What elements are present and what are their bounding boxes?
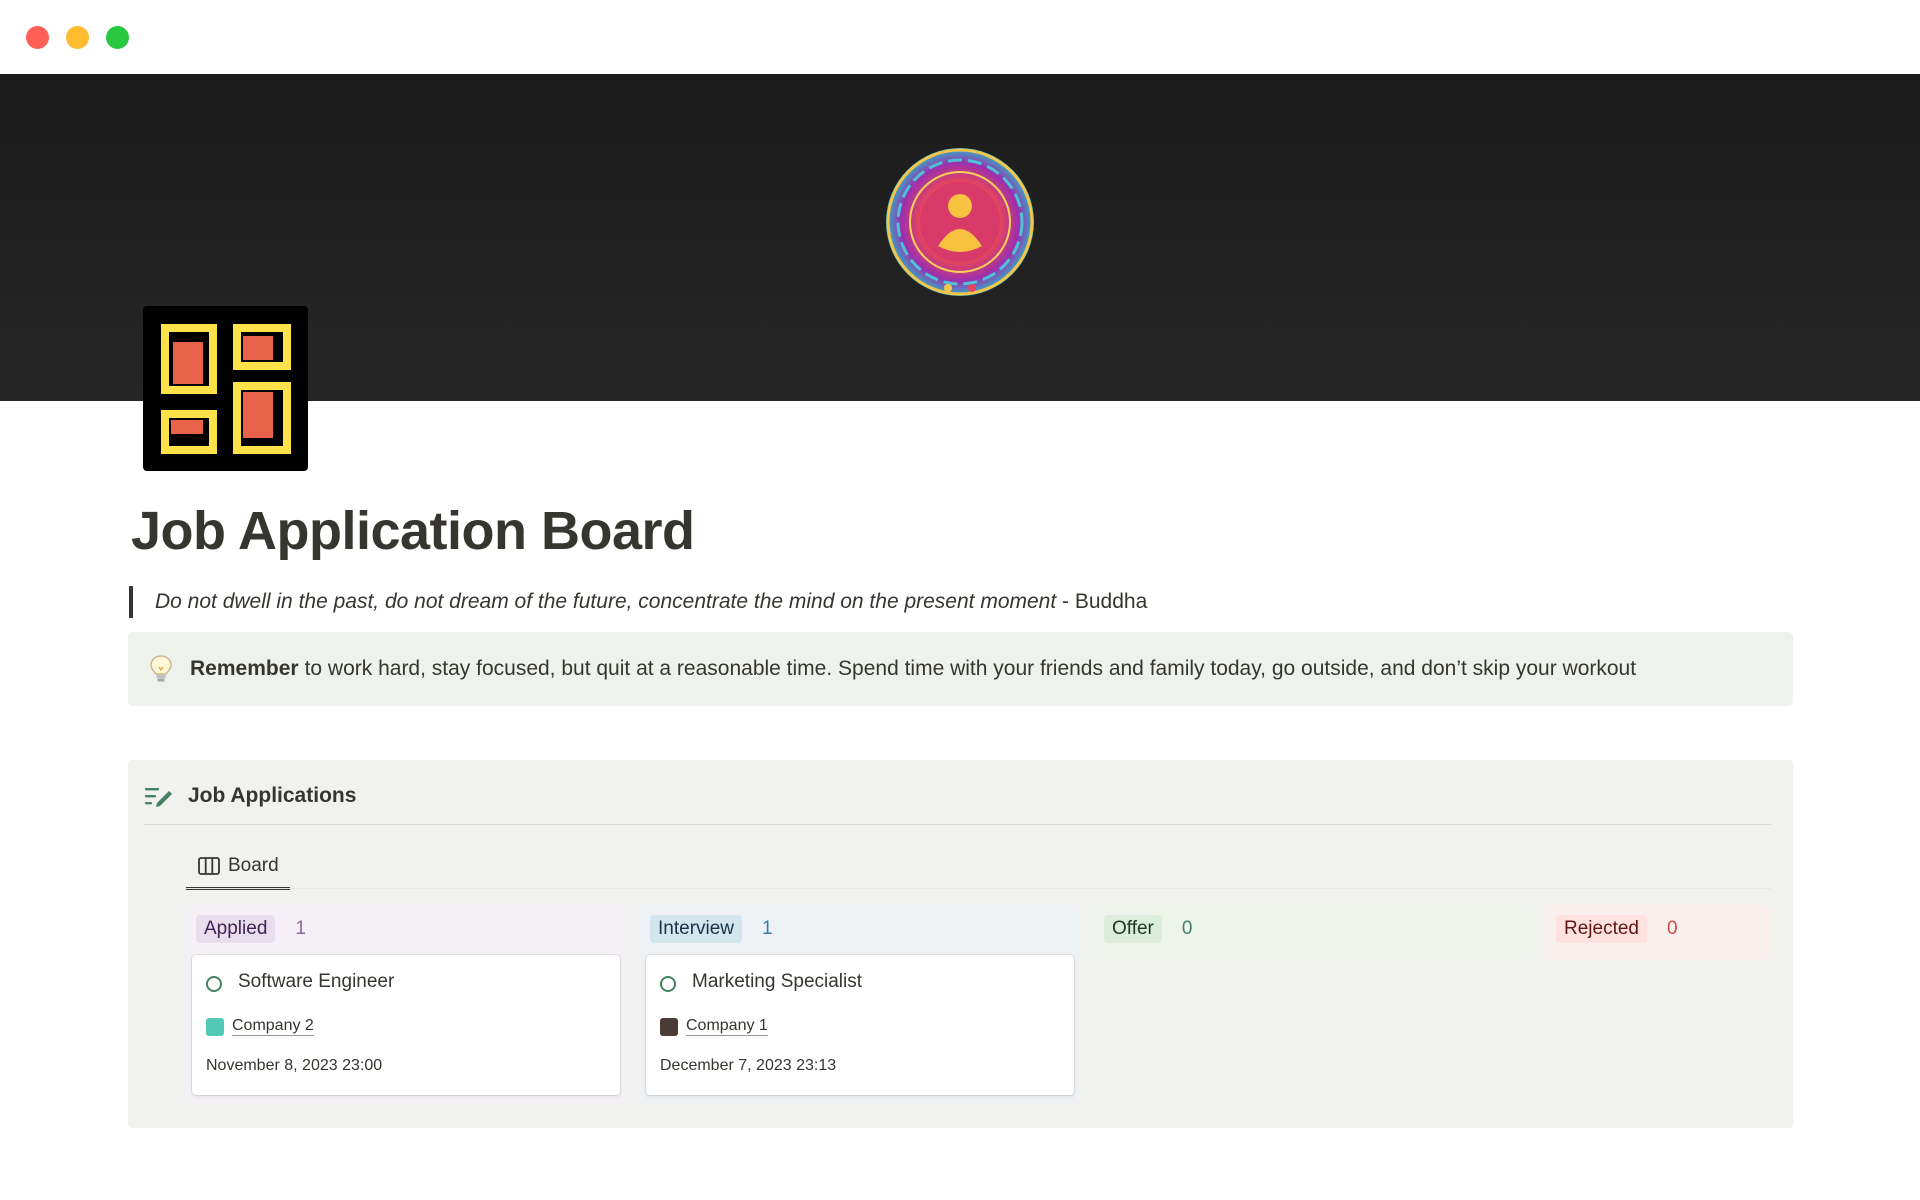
card-date: November 8, 2023 23:00: [206, 1057, 383, 1074]
company-name: Company 1: [686, 1017, 768, 1036]
card-date: December 7, 2023 23:13: [660, 1057, 837, 1074]
card-title: Software Engineer: [206, 971, 394, 993]
database-title[interactable]: Job Applications: [188, 784, 356, 808]
status-badge: Rejected: [1556, 915, 1647, 943]
window-titlebar: [0, 0, 1920, 74]
yellow-frames-grid-icon: [161, 324, 291, 454]
company-name: Company 2: [232, 1017, 314, 1036]
quote-attribution: - Buddha: [1056, 590, 1148, 613]
list-edit-icon: [145, 788, 172, 807]
column-header[interactable]: Offer 0: [1104, 915, 1192, 943]
column-header[interactable]: Rejected 0: [1556, 915, 1678, 943]
status-circle-icon: [206, 975, 222, 992]
company-logo-icon: [660, 1017, 678, 1036]
tab-board[interactable]: Board: [186, 844, 290, 890]
card-title: Marketing Specialist: [660, 971, 862, 993]
board-column-interview: Interview 1 Marketing Specialist Company…: [640, 905, 1080, 1103]
board-column-offer: Offer 0: [1094, 905, 1531, 961]
callout-bold: Remember: [190, 657, 299, 680]
quote-text: Do not dwell in the past, do not dream o…: [155, 590, 1057, 613]
maximize-window-button[interactable]: [106, 26, 129, 49]
column-count: 1: [295, 918, 306, 939]
quote-block[interactable]: Do not dwell in the past, do not dream o…: [129, 586, 1147, 618]
database-divider: [144, 824, 1771, 825]
callout-block[interactable]: Remember to work hard, stay focused, but…: [128, 632, 1793, 706]
callout-text: to work hard, stay focused, but quit at …: [304, 657, 1637, 680]
status-badge: Interview: [650, 915, 743, 943]
board-view-icon: [198, 856, 220, 875]
tab-divider: [186, 888, 1771, 889]
board-column-rejected: Rejected 0: [1546, 905, 1771, 961]
column-count: 0: [1667, 918, 1678, 939]
tab-board-label: Board: [228, 854, 279, 876]
meditation-mandala-illustration: [886, 148, 1034, 296]
board-column-applied: Applied 1 Software Engineer Company 2 No…: [186, 905, 626, 1103]
column-header[interactable]: Interview 1: [650, 915, 773, 943]
database-header: Job Applications: [144, 784, 356, 808]
page-title[interactable]: Job Application Board: [131, 500, 695, 562]
card-company[interactable]: Company 2: [206, 1017, 314, 1036]
lightbulb-icon: [150, 655, 172, 682]
close-window-button[interactable]: [26, 26, 49, 49]
page-icon[interactable]: [143, 306, 308, 471]
card-company[interactable]: Company 1: [660, 1017, 768, 1036]
board-card[interactable]: Software Engineer Company 2 November 8, …: [192, 955, 620, 1095]
status-badge: Offer: [1104, 915, 1162, 943]
company-logo-icon: [206, 1017, 224, 1036]
status-badge: Applied: [196, 915, 276, 943]
column-count: 1: [762, 918, 773, 939]
column-count: 0: [1181, 918, 1193, 939]
card-title-text: Marketing Specialist: [692, 971, 863, 992]
job-applications-database: Job Applications Board Applied 1 Softwar…: [128, 760, 1793, 1128]
card-title-text: Software Engineer: [238, 971, 395, 992]
status-circle-icon: [660, 975, 676, 992]
minimize-window-button[interactable]: [66, 26, 89, 49]
column-header[interactable]: Applied 1: [196, 915, 306, 943]
board-card[interactable]: Marketing Specialist Company 1 December …: [646, 955, 1074, 1095]
